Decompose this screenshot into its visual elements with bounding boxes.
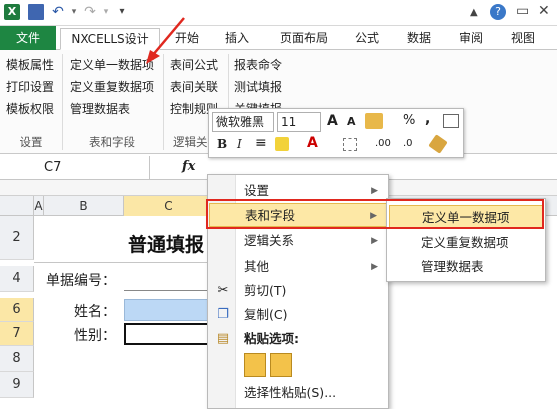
sheet-title: 普通填报 xyxy=(128,234,205,256)
paste-icon: ▤ xyxy=(216,331,230,346)
fill-color-icon[interactable] xyxy=(275,137,289,151)
close-window-icon[interactable]: ✕ xyxy=(538,3,550,19)
save-icon[interactable] xyxy=(28,4,44,20)
name-input-cell[interactable] xyxy=(124,299,210,321)
select-all-corner[interactable] xyxy=(0,196,34,216)
menu-item-copy[interactable]: ❐ 复制(C) xyxy=(209,303,388,327)
minimize-ribbon-icon[interactable]: ▲ xyxy=(470,7,478,18)
gender-label: 性别： xyxy=(74,328,116,344)
undo-dropdown-icon[interactable]: ▾ xyxy=(66,4,82,20)
paste-option-icon[interactable] xyxy=(244,353,266,377)
row-header-2[interactable]: 2 xyxy=(0,216,34,260)
paste-values-option-icon[interactable] xyxy=(270,353,292,377)
row-header-7[interactable]: 7 xyxy=(0,322,34,346)
tab-formulas[interactable]: 公式 xyxy=(346,28,388,50)
column-header-a[interactable]: A xyxy=(34,196,44,216)
tab-view[interactable]: 视图 xyxy=(502,28,544,50)
group-label-tables: 表和字段 xyxy=(89,135,135,149)
decrease-decimal-icon[interactable]: .0 xyxy=(403,138,413,149)
mini-toolbar: 微软雅黑 11 A A % , B I ≡ A .00 .0 xyxy=(208,108,464,158)
undo-icon[interactable]: ↶ xyxy=(50,4,66,20)
menu-item-label: 剪切(T) xyxy=(244,283,287,298)
menu-item-label: 逻辑关系 xyxy=(244,233,295,248)
shrink-font-icon[interactable]: A xyxy=(347,115,356,128)
manage-tables-button[interactable]: 管理数据表 xyxy=(70,100,130,117)
tab-review[interactable]: 审阅 xyxy=(450,28,492,50)
row-header-9[interactable]: 9 xyxy=(0,372,34,398)
report-command-button[interactable]: 报表命令 xyxy=(234,56,282,73)
tab-page-layout[interactable]: 页面布局 xyxy=(270,28,338,50)
submenu-item-manage-tables[interactable]: 管理数据表 xyxy=(389,255,543,279)
insert-function-icon[interactable]: fx xyxy=(182,159,195,174)
redo-icon[interactable]: ↷ xyxy=(82,4,98,20)
scissors-icon: ✂ xyxy=(217,283,229,298)
doc-number-underline xyxy=(124,290,208,291)
borders-icon[interactable] xyxy=(343,138,357,151)
gender-input-cell[interactable] xyxy=(124,323,210,345)
inter-table-link-button[interactable]: 表间关联 xyxy=(170,78,218,95)
menu-item-label: 粘贴选项: xyxy=(244,331,299,346)
font-name-select[interactable]: 微软雅黑 xyxy=(212,112,274,132)
menu-item-label: 复制(C) xyxy=(244,307,288,322)
menu-item-other[interactable]: 其他 ▶ xyxy=(209,255,388,279)
doc-number-label: 单据编号： xyxy=(46,273,116,289)
annotation-highlight-box xyxy=(206,199,544,229)
quick-access-toolbar: X ↶ ▾ ↷ ▾ ▾ ▲ ? ▭ ✕ xyxy=(0,0,557,26)
name-box[interactable]: C7 xyxy=(0,156,150,180)
menu-item-paste-options: ▤ 粘贴选项: xyxy=(209,327,388,351)
hidden-row-divider xyxy=(34,262,214,263)
column-header-c[interactable]: C xyxy=(124,196,214,216)
format-painter-grid-icon[interactable] xyxy=(443,114,459,128)
menu-item-label: 设置 xyxy=(244,183,270,198)
menu-item-paste-special[interactable]: 选择性粘贴(S)... xyxy=(209,381,388,405)
copy-icon: ❐ xyxy=(217,307,229,322)
menu-item-cut[interactable]: ✂ 剪切(T) xyxy=(209,279,388,303)
menu-item-label: 其他 xyxy=(244,259,270,274)
grow-font-icon[interactable]: A xyxy=(327,113,338,129)
redo-dropdown-icon[interactable]: ▾ xyxy=(98,4,114,20)
help-icon[interactable]: ? xyxy=(490,4,506,20)
template-permissions-button[interactable]: 模板权限 xyxy=(6,100,54,117)
center-align-icon[interactable]: ≡ xyxy=(255,135,267,151)
tab-data[interactable]: 数据 xyxy=(398,28,440,50)
menu-item-logic[interactable]: 逻辑关系 ▶ xyxy=(209,229,388,253)
print-settings-button[interactable]: 打印设置 xyxy=(6,78,54,95)
submenu-item-define-repeat[interactable]: 定义重复数据项 xyxy=(389,231,543,255)
bold-icon[interactable]: B xyxy=(217,137,227,151)
group-label-setup: 设置 xyxy=(19,135,43,149)
comma-style-icon[interactable]: , xyxy=(425,111,430,127)
column-header-b[interactable]: B xyxy=(44,196,124,216)
submenu-arrow-icon: ▶ xyxy=(371,262,378,272)
font-color-icon[interactable]: A xyxy=(307,135,318,151)
annotation-arrow xyxy=(146,17,185,64)
menu-item-label: 选择性粘贴(S)... xyxy=(244,385,337,400)
name-label: 姓名： xyxy=(74,304,116,320)
submenu-arrow-icon: ▶ xyxy=(371,236,378,246)
define-repeat-item-button[interactable]: 定义重复数据项 xyxy=(70,78,154,95)
tab-insert[interactable]: 插入 xyxy=(216,28,258,50)
ribbon-tabs: 文件 NXCELLS设计 开始 插入 页面布局 公式 数据 审阅 视图 xyxy=(0,26,557,50)
row-header-8[interactable]: 8 xyxy=(0,346,34,372)
increase-decimal-icon[interactable]: .00 xyxy=(375,138,391,149)
italic-icon[interactable]: I xyxy=(237,137,242,151)
test-fill-button[interactable]: 测试填报 xyxy=(234,78,282,95)
row-header-4[interactable]: 4 xyxy=(0,266,34,292)
tab-file[interactable]: 文件 xyxy=(0,26,56,50)
percent-style-icon[interactable]: % xyxy=(403,113,415,128)
font-size-select[interactable]: 11 xyxy=(277,112,321,132)
customize-qat-icon[interactable]: ▾ xyxy=(114,4,130,20)
restore-window-icon[interactable]: ▭ xyxy=(516,3,529,19)
excel-logo-icon: X xyxy=(4,4,20,20)
row-header-6[interactable]: 6 xyxy=(0,298,34,322)
number-format-icon[interactable] xyxy=(365,113,383,129)
template-properties-button[interactable]: 模板属性 xyxy=(6,56,54,73)
format-painter-icon[interactable] xyxy=(428,134,448,154)
